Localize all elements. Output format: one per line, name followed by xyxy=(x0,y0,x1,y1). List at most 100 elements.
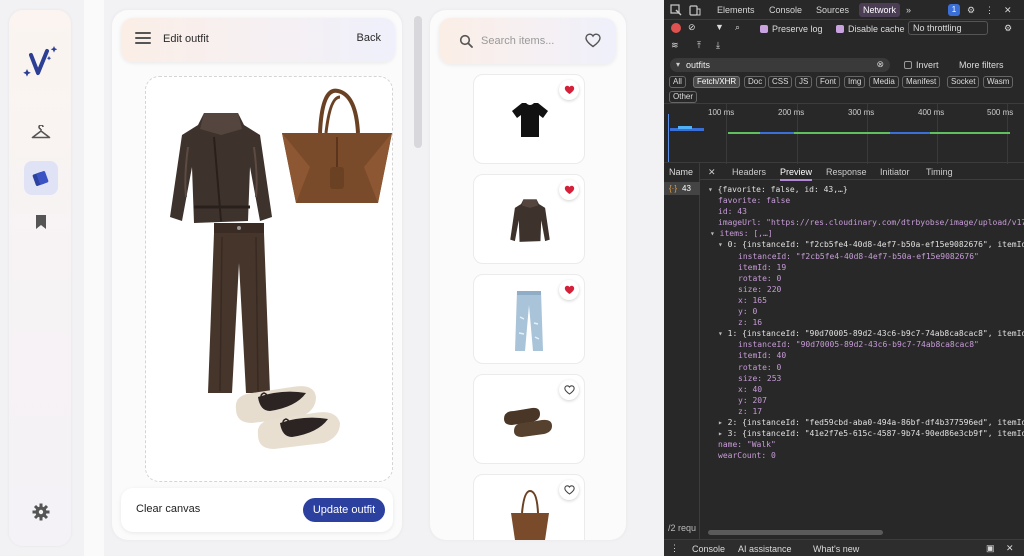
tick-label: 500 ms xyxy=(987,108,1014,117)
inspect-icon[interactable] xyxy=(670,4,682,16)
filter-icon[interactable]: ▼ xyxy=(715,22,724,32)
request-row[interactable]: {·} 43 xyxy=(664,182,700,195)
horizontal-scrollbar[interactable] xyxy=(708,530,883,535)
favorite-toggle[interactable] xyxy=(559,80,579,100)
logo-icon[interactable] xyxy=(22,43,62,83)
item-card-jeans[interactable] xyxy=(473,274,585,364)
invert-checkbox[interactable] xyxy=(904,61,912,69)
disable-cache-checkbox[interactable] xyxy=(836,25,844,33)
dock-icon[interactable]: ▣ xyxy=(986,543,995,554)
editor-scrollbar[interactable] xyxy=(414,16,422,148)
json-line[interactable]: ▾ {favorite: false, id: 43,…} xyxy=(708,184,1024,195)
json-preview[interactable]: ▾ {favorite: false, id: 43,…} favorite: … xyxy=(708,184,1024,461)
record-icon[interactable] xyxy=(671,23,681,33)
devtools-drawer-bar: ⋮ Console AI assistance What's new ▣ ✕ xyxy=(664,539,1024,556)
kebab-menu-icon[interactable]: ⋮ xyxy=(985,5,994,16)
issues-badge[interactable]: 1 xyxy=(948,4,960,16)
clear-icon[interactable]: ⊘ xyxy=(688,22,696,33)
request-count: /2 requ xyxy=(668,523,697,533)
chip-doc[interactable]: Doc xyxy=(744,76,767,88)
chip-all[interactable]: All xyxy=(669,76,686,88)
json-line: rotate: 0 xyxy=(738,362,782,372)
outfit-canvas[interactable] xyxy=(145,76,393,482)
tab-console[interactable]: Console xyxy=(769,5,802,15)
chip-fetch-xhr[interactable]: Fetch/XHR xyxy=(693,76,741,88)
tab-network[interactable]: Network xyxy=(859,3,901,17)
hamburger-icon[interactable] xyxy=(135,32,151,48)
invert-label: Invert xyxy=(916,60,939,70)
throttling-select[interactable]: No throttling xyxy=(908,21,988,35)
canvas-jacket-item[interactable] xyxy=(164,107,278,231)
tick-label: 400 ms xyxy=(918,108,945,117)
favorite-toggle[interactable] xyxy=(559,280,579,300)
chip-js[interactable]: JS xyxy=(795,76,813,88)
flats-icon xyxy=(504,407,552,437)
tab-preview[interactable]: Preview xyxy=(780,167,813,181)
chip-other[interactable]: Other xyxy=(669,91,698,103)
canvas-bag-item[interactable] xyxy=(280,87,394,211)
chip-wasm[interactable]: Wasm xyxy=(983,76,1014,88)
heart-filter-icon[interactable] xyxy=(585,33,601,48)
clear-filter-icon[interactable]: ⊗ xyxy=(876,59,884,70)
chip-img[interactable]: Img xyxy=(844,76,866,88)
json-line: id: 43 xyxy=(718,207,747,217)
tab-timing[interactable]: Timing xyxy=(926,167,953,177)
device-toggle-icon[interactable] xyxy=(689,4,701,16)
json-line[interactable]: ▾ items: [,…] xyxy=(708,228,1024,239)
chip-media[interactable]: Media xyxy=(869,76,899,88)
search-network-icon[interactable]: ⌕ xyxy=(735,22,740,33)
item-card-tshirt[interactable] xyxy=(473,74,585,164)
json-line[interactable]: ▾ 1: {instanceId: "90d70005-89d2-43c6-b9… xyxy=(708,328,1024,339)
clear-canvas-button[interactable]: Clear canvas xyxy=(136,503,200,515)
favorite-toggle[interactable] xyxy=(559,180,579,200)
item-card-bag[interactable] xyxy=(473,474,585,540)
detail-tabs: ✕ Headers Preview Response Initiator Tim… xyxy=(700,163,1024,181)
back-button[interactable]: Back xyxy=(357,32,381,44)
drawer-tab-ai[interactable]: AI assistance xyxy=(738,544,792,554)
update-outfit-button[interactable]: Update outfit xyxy=(303,498,385,522)
tab-response[interactable]: Response xyxy=(826,167,867,177)
chip-socket[interactable]: Socket xyxy=(947,76,980,88)
tab-elements[interactable]: Elements xyxy=(717,5,755,15)
drawer-tab-console[interactable]: Console xyxy=(692,544,725,554)
drawer-menu-icon[interactable]: ⋮ xyxy=(670,543,679,554)
filter-input[interactable]: ▾ outfits ⊗ xyxy=(670,58,890,72)
drawer-tab-whats-new[interactable]: What's new xyxy=(813,544,859,554)
json-line: itemId: 19 xyxy=(738,262,787,272)
funnel-icon: ▾ xyxy=(676,60,681,69)
json-line: wearCount: 0 xyxy=(718,451,776,461)
tab-initiator[interactable]: Initiator xyxy=(880,167,910,177)
download-icon[interactable]: ⤓ xyxy=(716,40,720,51)
tab-sources[interactable]: Sources xyxy=(816,5,849,15)
network-timeline[interactable]: 100 ms 200 ms 300 ms 400 ms 500 ms xyxy=(664,103,1024,164)
tab-headers[interactable]: Headers xyxy=(732,167,766,177)
gear-icon xyxy=(32,503,50,521)
canvas-flats-item[interactable] xyxy=(230,367,348,453)
nav-wardrobe[interactable] xyxy=(24,116,58,150)
close-drawer-icon[interactable]: ✕ xyxy=(1006,543,1014,554)
nav-outfits[interactable] xyxy=(24,161,58,195)
upload-icon[interactable]: ⤒ xyxy=(697,40,701,51)
settings-gear-icon[interactable]: ⚙ xyxy=(967,5,975,16)
chip-font[interactable]: Font xyxy=(816,76,841,88)
nav-saved[interactable] xyxy=(24,205,58,239)
json-line[interactable]: ▸ 3: {instanceId: "41e2f7e5-615c-4587-9b… xyxy=(708,428,1024,439)
close-devtools-icon[interactable]: ✕ xyxy=(1004,5,1012,16)
more-tabs-icon[interactable]: » xyxy=(906,5,911,15)
json-line[interactable]: ▸ 2: {instanceId: "fed59cbd-aba0-494a-86… xyxy=(708,417,1024,428)
close-detail-icon[interactable]: ✕ xyxy=(708,167,716,178)
favorite-toggle[interactable] xyxy=(559,380,579,400)
nav-settings[interactable] xyxy=(24,495,58,529)
preserve-log-checkbox[interactable] xyxy=(760,25,768,33)
chip-css[interactable]: CSS xyxy=(768,76,793,88)
json-line[interactable]: ▾ 0: {instanceId: "f2cb5fe4-40d8-4ef7-b5… xyxy=(708,239,1024,250)
wifi-icon[interactable]: ≋ xyxy=(671,40,679,51)
chip-manifest[interactable]: Manifest xyxy=(902,76,941,88)
more-filters-button[interactable]: More filters xyxy=(959,60,1004,70)
item-card-flats[interactable] xyxy=(473,374,585,464)
search-input[interactable] xyxy=(481,32,581,50)
favorite-toggle[interactable] xyxy=(559,480,579,500)
network-settings-icon[interactable]: ⚙ xyxy=(1004,23,1012,34)
tick-label: 200 ms xyxy=(778,108,805,117)
item-card-jacket[interactable] xyxy=(473,174,585,264)
